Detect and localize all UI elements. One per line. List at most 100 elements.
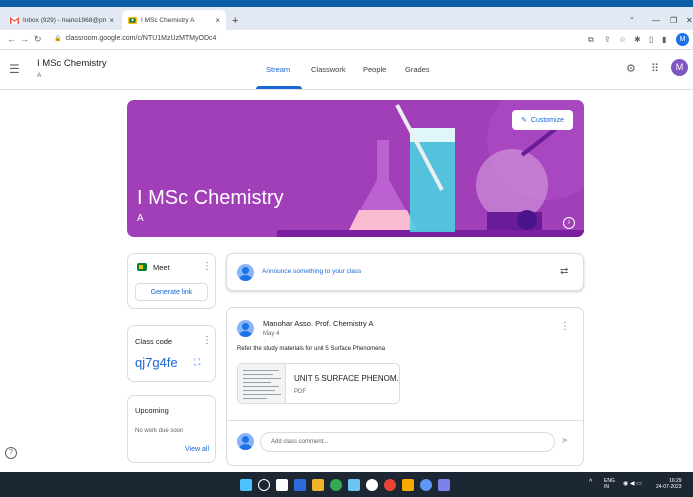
share-icon[interactable]: ⇪ [604,35,611,44]
url-field[interactable]: 🔒 classroom.google.com/c/NTU1MzUzMTMyODc4 [54,35,216,42]
teams-icon[interactable] [438,479,450,491]
browser-tab-classroom[interactable]: I MSc Chemistry A × [122,10,226,30]
post-author: Manohar Asso. Prof. Chemistry A [263,319,374,328]
region-label: IN [604,484,609,490]
windows-start-icon[interactable] [240,479,252,491]
class-code-card: Class code ⋮ qj7g4fe ⛶ [127,325,216,382]
reload-icon[interactable]: ↻ [34,34,42,45]
maximize-button[interactable]: ❐ [670,16,677,25]
extensions-icon[interactable]: ✱ [634,35,641,44]
close-tab-icon[interactable]: × [109,16,114,25]
send-icon[interactable]: ➤ [561,435,569,446]
chrome-profile-icon[interactable] [420,479,432,491]
upcoming-text: No work due soon [135,428,184,434]
pdf-thumbnail [238,364,286,403]
close-tab-icon[interactable]: × [215,16,220,25]
google-lens-icon[interactable]: ⧉ [588,35,594,45]
tab-people[interactable]: People [363,65,386,74]
post-date: May 4 [263,331,280,337]
close-window-button[interactable]: ✕ [686,16,693,25]
forward-arrow-icon[interactable]: → [20,34,29,44]
tab-grades[interactable]: Grades [405,65,430,74]
sidebar-icon[interactable]: ▮ [662,35,666,44]
pencil-icon: ✎ [521,117,527,124]
clock[interactable]: 16:29 24-07-2023 [656,478,682,490]
task-view-icon[interactable] [276,479,288,491]
chrome-icon[interactable] [384,479,396,491]
apps-grid-icon[interactable]: ⠿ [651,62,659,75]
minimize-button[interactable]: — [652,16,660,25]
customize-button[interactable]: ✎ Customize [512,110,573,130]
header-class-name[interactable]: I MSc Chemistry [37,58,107,69]
announce-placeholder[interactable]: Announce something to your class [262,268,361,275]
help-icon[interactable]: ? [5,447,17,459]
url-text: classroom.google.com/c/NTU1MzUzMTMyODc4 [65,35,217,42]
tab-title: I MSc Chemistry A [141,16,195,24]
new-tab-button[interactable]: + [232,15,238,27]
account-avatar[interactable]: M [671,59,688,76]
user-avatar [237,264,254,281]
class-info-icon[interactable]: i [563,217,575,229]
more-options-icon[interactable]: ⋮ [202,335,212,346]
browser-tab-bar: Inbox (929) - mano1968@pmu.e × I MSc Che… [0,7,693,30]
folder-icon[interactable] [402,479,414,491]
menu-icon[interactable]: ☰ [9,62,20,76]
settings-gear-icon[interactable]: ⚙ [626,62,636,75]
meet-label: Meet [153,263,170,272]
search-icon[interactable] [258,479,270,491]
upcoming-title: Upcoming [135,406,169,415]
class-comment-input[interactable]: Add class comment... [260,432,555,452]
customize-label: Customize [530,116,564,124]
window-top-strip [0,0,693,7]
more-options-icon[interactable]: ⋮ [560,321,570,332]
chevron-up-icon[interactable]: ^ [589,479,592,486]
more-options-icon[interactable]: ⋮ [202,261,212,272]
chevron-down-icon[interactable]: ⌄ [629,13,635,21]
banner-class-title: I MSc Chemistry [137,187,284,209]
divider [227,420,583,421]
class-code-value: qj7g4fe [135,355,178,370]
view-all-link[interactable]: View all [185,446,209,453]
edge-icon[interactable] [330,479,342,491]
gmail-icon [10,16,19,24]
upcoming-card: Upcoming No work due soon View all [127,395,216,463]
active-tab-indicator [256,86,302,89]
post-body: Refer the study materials for unit 5 Sur… [237,346,386,352]
file-explorer-icon[interactable] [312,479,324,491]
store-icon[interactable] [348,479,360,491]
header-section: A [37,72,42,79]
repost-icon[interactable]: ⇄ [560,266,568,277]
commenter-avatar [237,433,254,450]
bookmark-star-icon[interactable]: ☆ [619,35,626,44]
lock-icon: 🔒 [54,36,62,42]
class-code-label: Class code [135,337,173,346]
classroom-header: ☰ I MSc Chemistry A Stream Classwork Peo… [0,51,693,90]
language-indicator[interactable]: ENG IN [604,478,615,490]
widgets-icon[interactable] [294,479,306,491]
author-avatar [237,320,254,337]
back-arrow-icon[interactable]: ← [7,34,16,44]
generate-link-button[interactable]: Generate link [135,283,208,301]
classroom-icon [128,16,137,24]
browser-profile-avatar[interactable]: M [676,33,689,46]
announce-box[interactable]: Announce something to your class ⇄ [226,253,584,291]
fullscreen-icon[interactable]: ⛶ [194,357,200,368]
attachment-card[interactable]: UNIT 5 SURFACE PHENOM... PDF [237,363,400,404]
tab-title: Inbox (929) - mano1968@pmu.e [23,16,107,24]
windows-taskbar: ^ ENG IN ◉ ◀ ▭ 16:29 24-07-2023 [0,472,693,497]
clock-date: 24-07-2023 [656,484,682,490]
tab-stream[interactable]: Stream [266,65,290,74]
attachment-title: UNIT 5 SURFACE PHENOM... [294,374,400,383]
attachment-type: PDF [294,389,306,395]
wifi-volume-battery-icons[interactable]: ◉ ◀ ▭ [623,481,642,487]
class-banner: I MSc Chemistry A ✎ Customize i [127,100,584,237]
address-bar: ← → ↻ 🔒 classroom.google.com/c/NTU1MzUzMT… [0,30,693,50]
app-icon[interactable] [366,479,378,491]
meet-card: Meet ⋮ Generate link [127,253,216,309]
tab-classwork[interactable]: Classwork [311,65,346,74]
banner-section: A [137,213,144,224]
browser-tab-gmail[interactable]: Inbox (929) - mano1968@pmu.e × [4,10,120,30]
stream-post: Manohar Asso. Prof. Chemistry A May 4 ⋮ … [226,307,584,466]
google-meet-icon [137,263,147,271]
tab-search-icon[interactable]: ▯ [649,35,653,44]
